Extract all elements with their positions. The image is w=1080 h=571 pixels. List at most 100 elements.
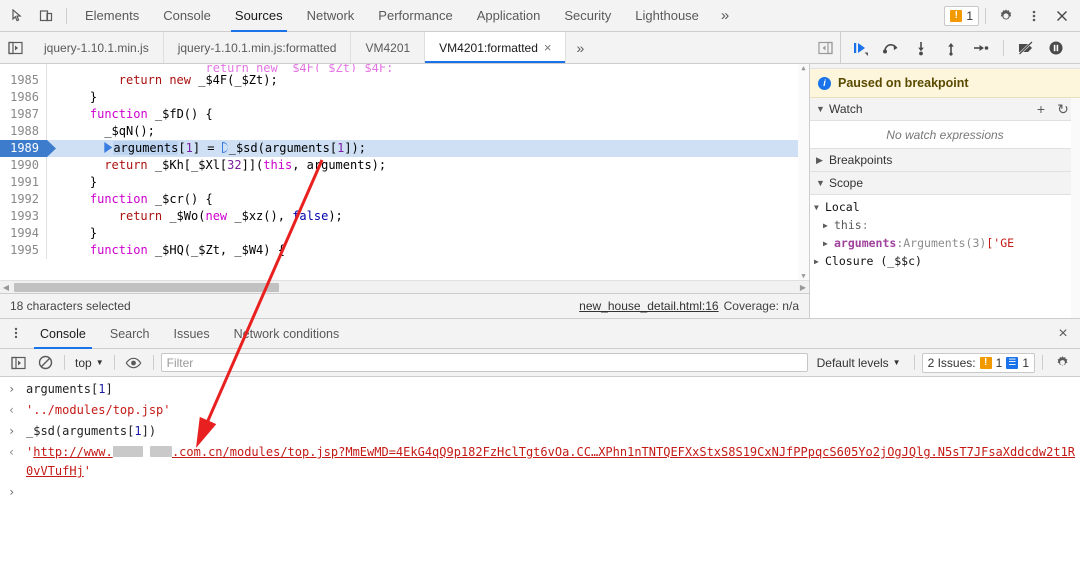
code-line[interactable]: 1991} [0,174,809,191]
gear-icon[interactable] [992,3,1020,29]
console-sidebar-icon[interactable] [6,352,30,374]
device-toolbar-icon[interactable] [32,3,60,29]
drawer-more-options-icon[interactable] [4,325,28,343]
deactivate-breakpoints-button[interactable] [1012,34,1040,62]
more-options-icon[interactable] [1020,3,1048,29]
more-file-tabs-icon[interactable]: » [566,32,594,63]
console-output-row[interactable]: ‹ '../modules/top.jsp' [0,400,1080,421]
line-number[interactable]: 1985 [0,72,47,89]
sidebar-vertical-scrollbar[interactable] [1071,98,1080,318]
tab-network[interactable]: Network [295,0,367,32]
tab-console[interactable]: Console [151,0,223,32]
close-drawer-icon[interactable]: × [1046,325,1080,343]
issues-counter-button[interactable]: ! 1 [944,5,979,26]
source-mapping-link[interactable]: new_house_detail.html:16 [579,299,718,313]
console-input-row[interactable]: › _$sd(arguments[1]) [0,421,1080,442]
console-filter-input[interactable] [160,353,808,372]
scroll-down-arrow[interactable]: ▼ [798,272,809,280]
console-output-row[interactable]: ‹ ' http://www. .com.cn/modules/top.jsp?Mm… [0,442,1080,482]
tab-security[interactable]: Security [552,0,623,32]
close-icon[interactable] [1048,3,1076,29]
editor-vertical-scrollbar[interactable]: ▲ ▼ [798,64,809,280]
step-button[interactable] [967,34,995,62]
line-number[interactable]: 1987 [0,106,47,123]
console-settings-gear-icon[interactable] [1050,352,1074,374]
more-panels-icon[interactable]: » [711,0,739,32]
scope-row[interactable]: ▶ this: [810,216,1080,234]
show-debugger-sidebar-icon[interactable] [810,41,840,55]
hscroll-thumb[interactable] [14,282,279,292]
coverage-status: Coverage: n/a [723,299,799,313]
code-line[interactable]: 1986} [0,89,809,106]
line-number[interactable]: 1994 [0,225,47,242]
code-editor[interactable]: return new _$4F(_$Zt)_$4F; 1985 return new… [0,64,809,280]
line-number[interactable]: 1992 [0,191,47,208]
drawer-tab-console[interactable]: Console [28,319,98,349]
drawer-tab-issues[interactable]: Issues [161,319,221,349]
step-into-marker-icon[interactable] [104,142,113,153]
scope-row[interactable]: ▶ Closure (_$$c) [810,252,1080,270]
line-number[interactable]: 1995 [0,242,47,259]
line-number[interactable]: 1990 [0,157,47,174]
code-line[interactable]: 1987 function _$fD() { [0,106,809,123]
hscroll-left-arrow[interactable]: ◀ [0,283,12,292]
console-message-list[interactable]: › arguments[1] ‹ '../modules/top.jsp' › _$sd(… [0,377,1080,571]
console-prompt-row[interactable]: › [0,482,1080,503]
tab-elements[interactable]: Elements [73,0,151,32]
step-out-of-current-function-button[interactable] [937,34,965,62]
pause-on-exceptions-button[interactable] [1042,34,1070,62]
line-number[interactable]: 1986 [0,89,47,106]
file-tab-vm4201[interactable]: VM4201 [351,32,426,63]
code-line[interactable]: 1990 return _$Kh[_$Xl[32]](this, argument… [0,157,809,174]
watch-section-header[interactable]: ▼ Watch + ↻ [810,98,1080,121]
drawer-tab-network-conditions[interactable]: Network conditions [222,319,352,349]
hscroll-right-arrow[interactable]: ▶ [797,283,809,292]
live-expression-icon[interactable] [122,352,146,374]
tab-sources[interactable]: Sources [223,0,295,32]
code-line[interactable]: 1992 function _$cr() { [0,191,809,208]
console-url-link[interactable]: http://www. [33,445,112,459]
line-number[interactable]: 1993 [0,208,47,225]
code-line[interactable]: 1985 return new _$4F(_$Zt); [0,72,809,89]
step-over-next-function-call-button[interactable] [877,34,905,62]
code-line-current[interactable]: 1989 arguments[1] = _$sd(arguments[1]); [0,140,809,157]
scope-twisty-icon[interactable]: ▶ [814,257,825,266]
drawer-tab-search[interactable]: Search [98,319,162,349]
tab-lighthouse[interactable]: Lighthouse [623,0,711,32]
scope-twisty-icon[interactable]: ▶ [823,221,834,230]
line-number[interactable]: 1991 [0,174,47,191]
clear-console-icon[interactable] [33,352,57,374]
code-line[interactable]: 1995 function _$HQ(_$Zt, _$W4) { [0,242,809,259]
code-line[interactable]: 1993 return _$Wo(new _$xz(), false); [0,208,809,225]
code-line[interactable]: 1994} [0,225,809,242]
tab-performance[interactable]: Performance [366,0,464,32]
line-number[interactable]: 1988 [0,123,47,140]
console-url-link[interactable]: .com.cn/modules/top.jsp?MmEwMD=4EkG4qQ9p… [26,445,1075,478]
scope-twisty-icon[interactable]: ▶ [823,239,834,248]
scope-row[interactable]: ▶ arguments: Arguments(3) ['GE [810,234,1080,252]
console-context-selector[interactable]: top ▼ [72,356,107,370]
scope-section-header[interactable]: ▼ Scope [810,172,1080,195]
scroll-up-arrow[interactable]: ▲ [798,64,809,72]
file-tab-jquery-formatted[interactable]: jquery-1.10.1.min.js:formatted [164,32,352,63]
scope-row[interactable]: ▼ Local [810,198,1080,216]
show-navigator-icon[interactable] [0,32,30,63]
tab-application[interactable]: Application [465,0,553,32]
add-watch-expression-icon[interactable]: + [1030,101,1052,117]
step-into-marker-icon[interactable] [221,142,228,153]
console-log-levels-selector[interactable]: Default levels ▼ [811,356,907,370]
console-issues-button[interactable]: 2 Issues: ! 1 ☰ 1 [921,352,1035,373]
console-input-row[interactable]: › arguments[1] [0,379,1080,400]
editor-horizontal-scrollbar[interactable]: ◀ ▶ [0,280,809,293]
line-number[interactable]: 1989 [0,140,47,157]
resume-script-execution-button[interactable] [847,34,875,62]
info-badge-icon: ☰ [1006,356,1019,369]
file-tab-jquery-min[interactable]: jquery-1.10.1.min.js [30,32,164,63]
scope-twisty-icon[interactable]: ▼ [814,203,825,212]
step-into-next-function-call-button[interactable] [907,34,935,62]
breakpoints-section-header[interactable]: ▶ Breakpoints [810,149,1080,172]
close-tab-icon[interactable]: × [544,41,552,54]
file-tab-vm4201-formatted[interactable]: VM4201:formatted × [425,32,567,63]
code-line[interactable]: 1988 _$qN(); [0,123,809,140]
inspect-cursor-icon[interactable] [4,3,32,29]
